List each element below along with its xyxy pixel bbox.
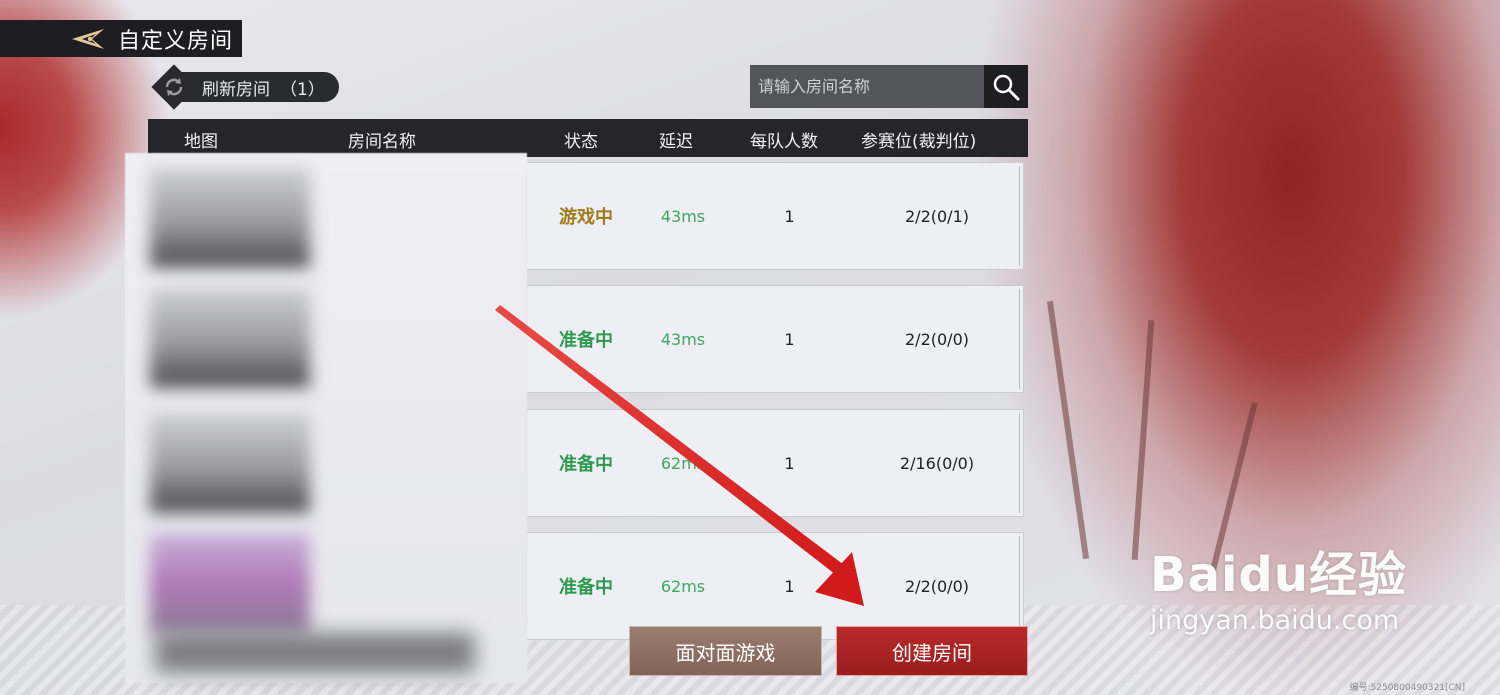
room-per-team: 1 bbox=[784, 453, 795, 473]
room-per-team: 1 bbox=[784, 329, 795, 349]
room-row[interactable]: 准备中 62ms 1 2/2(0/0) bbox=[526, 532, 1024, 640]
room-latency: 62ms bbox=[660, 576, 706, 596]
footer-id: 编号:5250800490321[CN] bbox=[1349, 683, 1465, 693]
room-count: （1） bbox=[280, 79, 325, 100]
page-title: 自定义房间 bbox=[118, 28, 234, 54]
room-row[interactable]: 准备中 62ms 1 2/16(0/0) bbox=[526, 409, 1024, 517]
room-status: 准备中 bbox=[559, 330, 613, 351]
room-map-thumbnail bbox=[150, 168, 310, 268]
room-slots: 2/2(0/1) bbox=[905, 206, 969, 226]
room-slots: 2/16(0/0) bbox=[899, 453, 975, 473]
column-header-map: 地图 bbox=[184, 132, 218, 152]
refresh-rooms-button[interactable]: 刷新房间 （1） bbox=[150, 64, 339, 110]
back-arrow-icon[interactable] bbox=[70, 27, 106, 51]
room-map-thumbnail bbox=[150, 413, 310, 513]
watermark-url: jingyan.baidu.com bbox=[1150, 605, 1400, 636]
room-table-header: 地图 房间名称 状态 延迟 每队人数 参赛位(裁判位) bbox=[148, 119, 1028, 157]
room-latency: 62ms bbox=[660, 453, 706, 473]
room-status: 准备中 bbox=[559, 577, 613, 598]
face-to-face-button[interactable]: 面对面游戏 bbox=[629, 626, 822, 676]
refresh-label-pill: 刷新房间 （1） bbox=[180, 72, 339, 102]
room-row[interactable]: 游戏中 43ms 1 2/2(0/1) bbox=[526, 162, 1024, 270]
column-header-status: 状态 bbox=[564, 132, 598, 152]
column-header-room-name: 房间名称 bbox=[348, 132, 416, 152]
blurred-bar bbox=[155, 633, 475, 673]
search-input[interactable] bbox=[750, 65, 984, 108]
room-map-thumbnail bbox=[150, 288, 310, 388]
room-latency: 43ms bbox=[660, 206, 706, 226]
room-row[interactable]: 准备中 43ms 1 2/2(0/0) bbox=[526, 285, 1024, 393]
column-header-latency: 延迟 bbox=[659, 132, 693, 152]
column-header-per-team: 每队人数 bbox=[750, 132, 818, 152]
baidu-watermark: Baidu经验 jingyan.baidu.com bbox=[1150, 535, 1407, 636]
title-bar: 自定义房间 bbox=[0, 20, 242, 57]
room-slots: 2/2(0/0) bbox=[905, 576, 969, 596]
room-latency: 43ms bbox=[660, 329, 706, 349]
room-per-team: 1 bbox=[784, 206, 795, 226]
search-button[interactable] bbox=[984, 65, 1028, 108]
room-map-thumbnail bbox=[150, 533, 310, 633]
room-status: 准备中 bbox=[559, 454, 613, 475]
search-icon bbox=[993, 74, 1020, 100]
room-status: 游戏中 bbox=[559, 207, 613, 228]
column-header-slots: 参赛位(裁判位) bbox=[861, 132, 977, 152]
refresh-label: 刷新房间 bbox=[202, 79, 270, 100]
watermark-logo: Baidu经验 bbox=[1150, 547, 1407, 603]
blurred-room-thumbnails bbox=[125, 153, 527, 683]
create-room-button[interactable]: 创建房间 bbox=[836, 626, 1028, 676]
room-per-team: 1 bbox=[784, 576, 795, 596]
room-search bbox=[750, 65, 1028, 108]
room-slots: 2/2(0/0) bbox=[905, 329, 969, 349]
